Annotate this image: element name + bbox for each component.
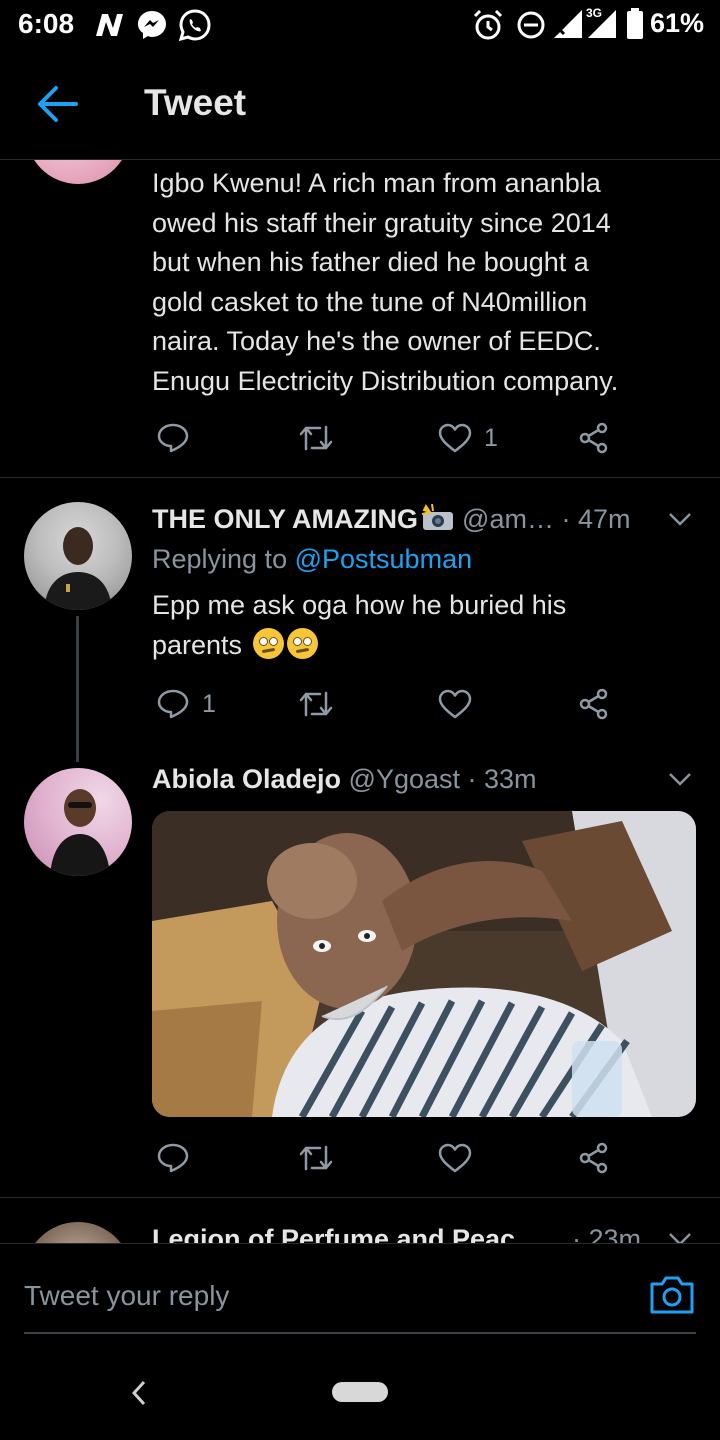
- like-button[interactable]: 1: [438, 418, 498, 458]
- like-button[interactable]: [438, 1138, 472, 1178]
- tweet-photo[interactable]: [152, 811, 696, 1117]
- reply-underline: [24, 1332, 696, 1334]
- like-count: 1: [484, 423, 498, 452]
- alarm-icon: [473, 9, 503, 40]
- author-name[interactable]: THE ONLY AMAZING: [152, 504, 418, 534]
- photo-image: [152, 811, 696, 1117]
- like-icon: [438, 423, 472, 453]
- page-title: Tweet: [144, 82, 247, 123]
- nav-home-pill[interactable]: [332, 1382, 388, 1402]
- tweet-header: Abiola Oladejo @Ygoast · 33m: [152, 764, 537, 795]
- camera-icon[interactable]: [648, 1274, 696, 1316]
- tweet-text-line: Epp me ask oga how he buried his: [152, 590, 567, 620]
- retweet-button[interactable]: [298, 418, 334, 458]
- camera-flash-emoji-icon: [421, 503, 454, 530]
- replying-to: Replying to @Postsubman: [152, 544, 472, 575]
- author-name[interactable]: Legion of Perfume and Peac: [152, 1224, 515, 1243]
- reply-input[interactable]: Tweet your reply: [24, 1280, 229, 1312]
- news-notification-icon: [96, 14, 123, 36]
- tweet-text-line: naira. Today he's the owner of EEDC.: [152, 326, 601, 356]
- battery-percent: 61%: [650, 8, 705, 38]
- tweet-actions: [152, 1138, 622, 1178]
- whatsapp-icon: [178, 9, 211, 42]
- chevron-down-icon[interactable]: [668, 1232, 692, 1243]
- avatar-silhouette: [50, 789, 110, 876]
- mention-link[interactable]: @Postsubman: [295, 544, 473, 574]
- tweet-text-line: but when his father died he bought a: [152, 247, 589, 277]
- reply-button[interactable]: [156, 418, 190, 458]
- back-arrow-icon[interactable]: [36, 84, 80, 124]
- eye-roll-emoji-icon: [252, 627, 284, 659]
- system-nav-bar: [0, 1360, 720, 1440]
- tweet-text-line: parents: [152, 629, 243, 660]
- divider: [0, 1197, 720, 1198]
- tweet-text-line: owed his staff their gratuity since 2014: [152, 207, 611, 238]
- author-name[interactable]: Abiola Oladejo: [152, 764, 341, 794]
- share-button[interactable]: [578, 418, 610, 458]
- avatar[interactable]: [26, 160, 130, 184]
- avatar-silhouette: [44, 527, 112, 610]
- reply-count: 1: [202, 689, 216, 718]
- reply-bar: Tweet your reply: [0, 1243, 720, 1360]
- chevron-down-icon[interactable]: [668, 772, 692, 786]
- network-type: 3G: [586, 6, 603, 20]
- messenger-icon: [138, 11, 166, 39]
- tweet-text-line: gold casket to the tune of N40million: [152, 286, 588, 317]
- tweet-body: Igbo Kwenu! A rich man from ananbla owed…: [152, 164, 618, 401]
- avatar[interactable]: [24, 502, 132, 610]
- tweet-actions: 1: [152, 684, 622, 724]
- divider: [0, 477, 720, 478]
- battery-icon: [627, 8, 643, 39]
- avatar[interactable]: [24, 1222, 132, 1243]
- share-icon: [579, 422, 608, 454]
- reply-button[interactable]: [156, 1138, 190, 1178]
- tweet-time: · 47m: [561, 504, 631, 534]
- author-handle: @am…: [462, 504, 554, 534]
- tweet-body: Epp me ask oga how he buried his parents: [152, 586, 566, 665]
- nav-back-icon[interactable]: [128, 1378, 150, 1408]
- signal-x-icon: [554, 10, 582, 38]
- retweet-icon: [299, 425, 333, 451]
- reply-icon: [157, 1143, 189, 1173]
- like-icon: [438, 689, 472, 719]
- tweet-text-line: Igbo Kwenu! A rich man from ananbla: [152, 168, 601, 198]
- share-icon: [579, 1142, 608, 1174]
- app-header: Tweet: [0, 50, 720, 160]
- thread-line: [76, 616, 79, 762]
- eye-roll-emoji-icon: [286, 627, 318, 659]
- tweet-time: · 33m: [467, 764, 537, 794]
- retweet-button[interactable]: [298, 1138, 334, 1178]
- tweet-header: THE ONLY AMAZING @am… · 47m: [152, 503, 631, 535]
- tweet-actions: 1: [152, 418, 622, 458]
- share-button[interactable]: [578, 1138, 610, 1178]
- tweet-time: · 23m: [572, 1224, 642, 1243]
- share-icon: [579, 688, 608, 720]
- reply-icon: [157, 689, 189, 719]
- author-handle: @Ygoast: [348, 764, 461, 794]
- retweet-icon: [299, 691, 333, 717]
- reply-button[interactable]: 1: [156, 684, 216, 724]
- replying-label: Replying to: [152, 544, 288, 574]
- reply-icon: [157, 423, 189, 453]
- like-button[interactable]: [438, 684, 472, 724]
- tweet-header: Legion of Perfume and Peac · 23m: [152, 1224, 641, 1243]
- avatar[interactable]: [24, 768, 132, 876]
- status-time: 6:08: [18, 8, 75, 39]
- share-button[interactable]: [578, 684, 610, 724]
- chevron-down-icon[interactable]: [668, 512, 692, 526]
- retweet-icon: [299, 1145, 333, 1171]
- tweet-text-line: Enugu Electricity Distribution company.: [152, 365, 619, 396]
- retweet-button[interactable]: [298, 684, 334, 724]
- do-not-disturb-icon: [517, 11, 545, 39]
- like-icon: [438, 1143, 472, 1173]
- tweet-feed[interactable]: Igbo Kwenu! A rich man from ananbla owed…: [0, 160, 720, 1243]
- status-bar: 6:08 3G 61%: [0, 0, 720, 50]
